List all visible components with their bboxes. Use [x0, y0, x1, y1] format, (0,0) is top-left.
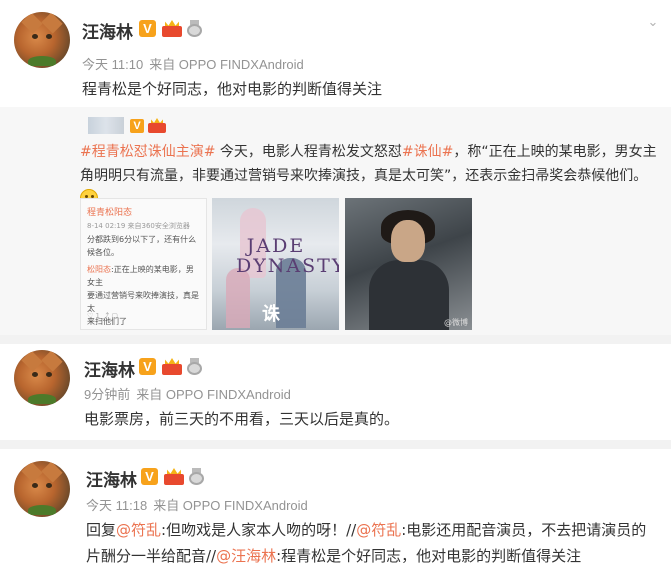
post-text: 程青松是个好同志，他对电影的判断值得关注 — [82, 80, 383, 98]
post-meta: 今天 11:10 来自 OPPO FINDXAndroid — [82, 54, 304, 73]
thumb-actions: ♡ 1 ⤴ ▢ — [87, 312, 119, 320]
chevron-down-icon[interactable]: ⌄ — [646, 16, 660, 30]
poster-calligraphy: 诛 — [262, 304, 280, 325]
repost-text-part: 今天，电影人程青松发文怒怼 — [215, 144, 402, 160]
medal-icon — [189, 468, 204, 485]
post-source: 来自 OPPO FINDXAndroid — [153, 498, 308, 513]
watermark: @微博 — [444, 318, 468, 327]
repost-image-still[interactable]: @微博 — [345, 198, 472, 330]
post-time: 今天 11:18 — [86, 498, 148, 513]
divider — [0, 335, 671, 344]
mention-link[interactable]: @符乱 — [116, 521, 161, 539]
post-text-part: :程青松是个好同志，他对电影的判断值得关注 — [276, 547, 582, 565]
divider — [0, 440, 671, 449]
weibo-post: 汪海林 V ⌄ 今天 11:10 来自 OPPO FINDXAndroid 程青松… — [0, 0, 671, 107]
medal-icon — [187, 20, 202, 37]
verified-badge: V — [139, 358, 156, 375]
thumb-line: 分都跌到6分以下了，还有什么 — [87, 235, 197, 244]
post-time: 9分钟前 — [84, 387, 131, 402]
thumb-author: 松阳态 — [87, 265, 111, 274]
thumb-line: 候各位。 — [87, 248, 119, 257]
medal-icon — [187, 358, 202, 375]
user-name[interactable]: 汪海林 — [82, 18, 133, 43]
reply-prefix: 回复 — [86, 521, 117, 539]
post-text: 回复@符乱:但吻戏是人家本人吻的呀！//@符乱:电影还用配音演员，不去把请演员的… — [86, 517, 658, 569]
weibo-post: 汪海林 V 9分钟前 来自 OPPO FINDXAndroid 电影票房，前三天的… — [0, 344, 671, 440]
hashtag-link[interactable]: #程青松怼诛仙主演# — [80, 144, 215, 160]
post-time: 今天 11:10 — [82, 57, 144, 72]
vip-crown-icon — [148, 118, 166, 133]
avatar[interactable] — [14, 12, 70, 68]
mention-link[interactable]: @汪海林 — [216, 547, 276, 565]
thumb-username: 程青松阳态 — [87, 208, 133, 218]
post-text: 电影票房，前三天的不用看，三天以后是真的。 — [84, 410, 400, 428]
repost-image-poster[interactable]: JADE DYNASTY 诛 — [212, 198, 339, 330]
post-source: 来自 OPPO FINDXAndroid — [136, 387, 291, 402]
repost-image-screenshot[interactable]: 程青松阳态 8-14 02:19 来自360安全浏览器 分都跌到6分以下了，还有… — [80, 198, 207, 330]
verified-badge: V — [130, 119, 144, 133]
mention-link[interactable]: @符乱 — [356, 521, 401, 539]
user-name[interactable]: 汪海林 — [86, 466, 137, 491]
post-meta: 今天 11:18 来自 OPPO FINDXAndroid — [86, 495, 308, 514]
post-source: 来自 OPPO FINDXAndroid — [149, 57, 304, 72]
hashtag-link[interactable]: #诛仙# — [402, 144, 453, 160]
verified-badge: V — [139, 20, 156, 37]
avatar[interactable] — [14, 461, 70, 517]
vip-crown-icon — [162, 358, 182, 375]
avatar[interactable] — [14, 350, 70, 406]
post-meta: 9分钟前 来自 OPPO FINDXAndroid — [84, 384, 291, 403]
thumb-meta: 8-14 02:19 来自360安全浏览器 — [87, 222, 190, 230]
vip-crown-icon — [164, 468, 184, 485]
poster-title: JADE DYNASTY — [236, 235, 339, 277]
user-name[interactable]: 汪海林 — [84, 356, 135, 381]
vip-crown-icon — [162, 20, 182, 37]
repost-author-avatar[interactable] — [88, 117, 124, 134]
verified-badge: V — [141, 468, 158, 485]
post-text-part: :但吻戏是人家本人吻的呀！// — [161, 521, 357, 539]
weibo-post: 汪海林 V 今天 11:18 来自 OPPO FINDXAndroid 回复@符乱… — [0, 449, 671, 574]
